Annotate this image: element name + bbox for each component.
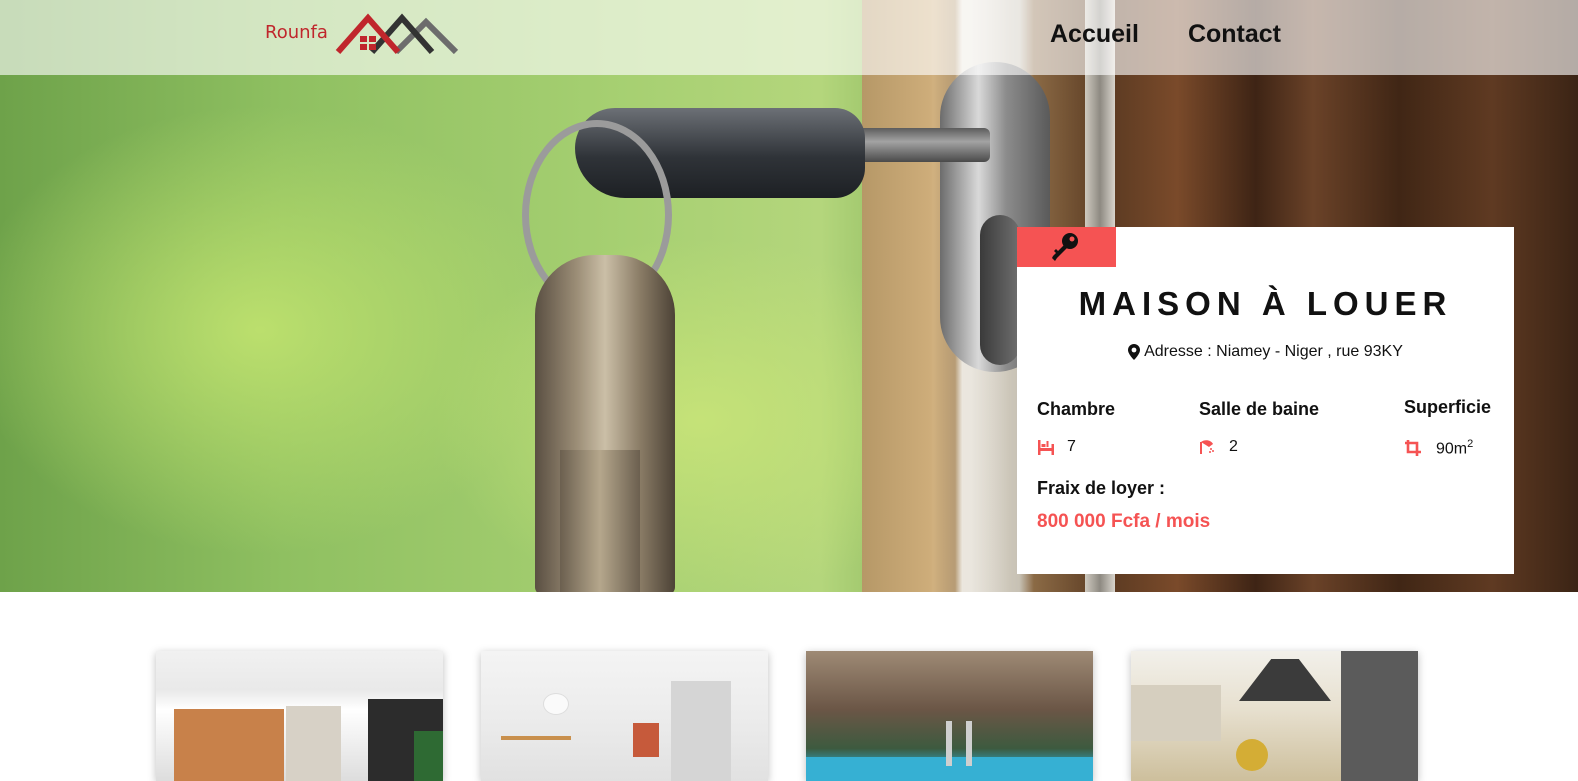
feature-label-superficie: Superficie — [1404, 397, 1492, 417]
feature-salle-de-bain-value: 2 — [1229, 438, 1238, 455]
rent-label: Fraix de loyer : — [1037, 478, 1166, 498]
crop-icon — [1405, 440, 1421, 457]
nav-link-contact[interactable]: Contact — [1188, 20, 1281, 49]
feature-salle-de-bain: 2 — [1199, 438, 1238, 456]
listing-card: MAISON À LOUER Adresse : Niamey - Niger … — [1017, 227, 1514, 574]
brand-logo-link[interactable]: Rounfa — [265, 10, 464, 54]
property-gallery — [0, 651, 1578, 781]
gallery-photo-swimming-pool[interactable] — [806, 651, 1093, 781]
map-marker-icon — [1128, 344, 1141, 360]
key-icon — [1052, 233, 1078, 261]
shower-icon — [1200, 440, 1214, 454]
listing-title: MAISON À LOUER — [1078, 285, 1453, 322]
brand-name: Rounfa — [265, 22, 328, 43]
listing-badge — [1017, 227, 1116, 267]
gallery-photo-modern-kitchen[interactable] — [1131, 651, 1418, 781]
rent-price: 800 000 Fcfa / mois — [1037, 511, 1211, 532]
feature-chambre-value: 7 — [1067, 438, 1076, 455]
address-text: Adresse : Niamey - Niger , rue 93KY — [1144, 343, 1403, 360]
gallery-photo-living-room[interactable] — [481, 651, 768, 781]
feature-label-salle-de-bain: Salle de baine — [1199, 399, 1320, 419]
navbar: Rounfa Accueil Contact — [0, 0, 1578, 75]
nav-links: Accueil Contact — [1050, 20, 1281, 49]
feature-superficie: 90m2 — [1404, 438, 1473, 458]
nav-link-accueil[interactable]: Accueil — [1050, 20, 1139, 49]
gallery-photo-kitchen-dining[interactable] — [156, 651, 443, 781]
feature-superficie-value: 90m2 — [1436, 438, 1474, 458]
feature-label-chambre: Chambre — [1037, 399, 1116, 419]
listing-address: Adresse : Niamey - Niger , rue 93KY — [1017, 343, 1514, 361]
feature-chambre: 7 — [1037, 438, 1076, 456]
bed-icon — [1038, 440, 1054, 455]
house-roofs-logo-icon — [335, 13, 459, 54]
